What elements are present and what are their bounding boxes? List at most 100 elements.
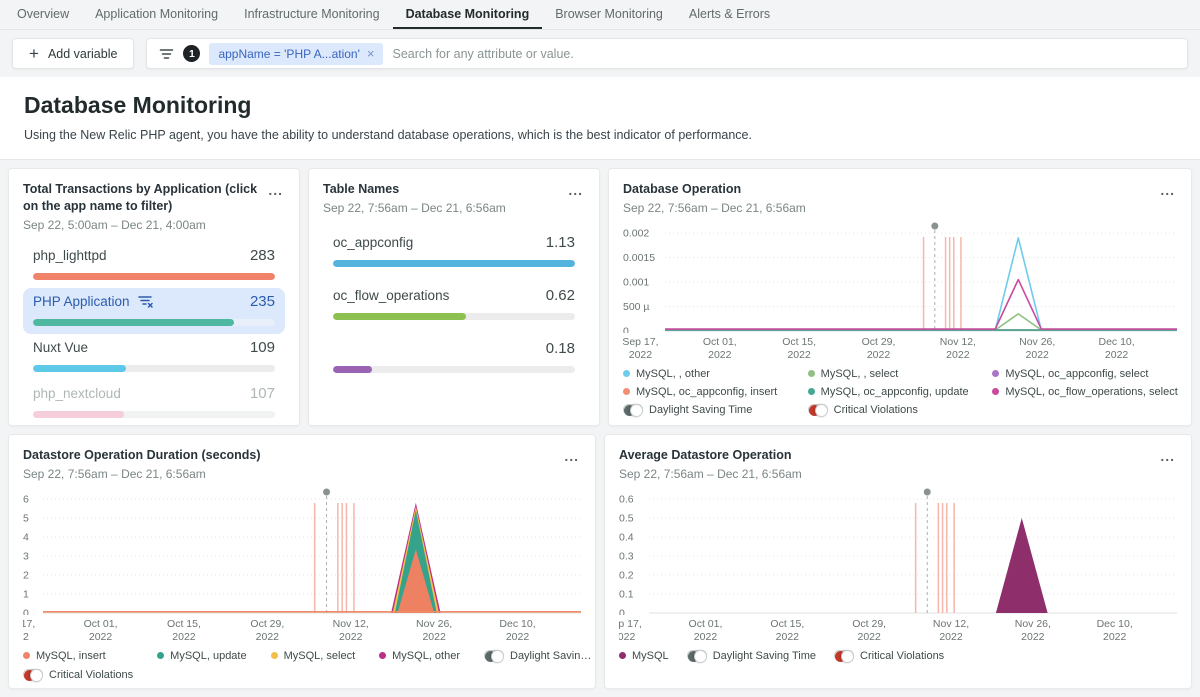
bar-row-label: php_nextcloud	[33, 385, 121, 403]
bar-row-value: 107	[250, 385, 275, 402]
nav-tab-alerts-errors[interactable]: Alerts & Errors	[676, 0, 783, 29]
panel-table-names: Table Names Sep 22, 7:56am – Dec 21, 6:5…	[308, 168, 600, 426]
legend-toggle-daylight-saving-time[interactable]: Daylight Saving Time	[484, 650, 596, 662]
legend-dot	[992, 370, 999, 377]
plus-icon: +	[29, 45, 39, 62]
legend-item[interactable]: MySQL	[619, 650, 669, 662]
remove-filter-icon[interactable]	[138, 295, 154, 308]
x-tick-label: Nov 12,2022	[333, 618, 369, 642]
series-line	[665, 279, 1177, 328]
bar-fill	[333, 366, 372, 373]
nav-tab-overview[interactable]: Overview	[4, 0, 82, 29]
legend-toggle-critical-violations[interactable]: Critical Violations	[23, 669, 133, 681]
add-variable-button[interactable]: + Add variable	[12, 38, 134, 69]
panel-title: Datastore Operation Duration (seconds)	[23, 447, 261, 464]
y-tick-label: 2	[23, 569, 29, 581]
bar-row[interactable]: php_lighttpd283	[23, 242, 285, 288]
legend-item[interactable]: MySQL, , other	[623, 368, 808, 380]
panel-menu-button[interactable]: ...	[562, 447, 581, 465]
legend-label: Daylight Saving Time	[510, 650, 596, 662]
bar-row[interactable]: oc_appconfig1.13	[323, 225, 585, 278]
dst-marker	[323, 488, 330, 495]
panel-timerange: Sep 22, 5:00am – Dec 21, 4:00am	[23, 218, 266, 232]
legend-dot	[23, 652, 30, 659]
y-tick-label: 0.002	[623, 227, 649, 239]
bar-row-label: oc_flow_operations	[333, 287, 449, 305]
panel-total-transactions: Total Transactions by Application (click…	[8, 168, 300, 426]
y-tick-label: 0.4	[619, 531, 634, 543]
bar-fill	[333, 260, 575, 267]
bar-row[interactable]: 0.18	[323, 331, 585, 384]
nav-tab-database-monitoring[interactable]: Database Monitoring	[393, 0, 543, 29]
x-tick-label: Sep 17,2022	[623, 336, 659, 360]
panel-timerange: Sep 22, 7:56am – Dec 21, 6:56am	[323, 201, 506, 215]
legend-label: MySQL, oc_appconfig, update	[821, 386, 969, 398]
legend-item[interactable]: MySQL, oc_appconfig, select	[992, 368, 1177, 380]
y-tick-label: 0	[23, 607, 29, 615]
series-line	[995, 314, 1041, 330]
legend-dot	[379, 652, 386, 659]
legend-label: Critical Violations	[834, 404, 918, 416]
filter-chip[interactable]: appName = 'PHP A...ation' ×	[209, 43, 383, 65]
bar-row[interactable]: Nuxt Vue109	[23, 334, 285, 380]
legend-dot	[619, 652, 626, 659]
chip-close-icon[interactable]: ×	[367, 47, 375, 60]
chart-plot[interactable]: 6543210	[23, 487, 581, 615]
chart-svg: 0.0020.00150.001500 µ0	[623, 221, 1177, 333]
legend-toggle-daylight-saving-time[interactable]: Daylight Saving Time	[623, 404, 808, 416]
panel-timerange: Sep 22, 7:56am – Dec 21, 6:56am	[619, 467, 802, 481]
bar-track	[333, 366, 575, 373]
bar-row[interactable]: php_nextcloud 107	[23, 380, 285, 426]
panel-menu-button[interactable]: ...	[1158, 181, 1177, 199]
nav-tab-browser-monitoring[interactable]: Browser Monitoring	[542, 0, 676, 29]
search-placeholder: Search for any attribute or value.	[392, 47, 573, 61]
panel-timerange: Sep 22, 7:56am – Dec 21, 6:56am	[23, 467, 261, 481]
chart-plot[interactable]: 0.0020.00150.001500 µ0	[623, 221, 1177, 333]
chart-plot[interactable]: 0.60.50.40.30.20.10	[619, 487, 1177, 615]
panel-menu-button[interactable]: ...	[1158, 447, 1177, 465]
panel-title: Total Transactions by Application (click…	[23, 181, 266, 215]
y-tick-label: 0.3	[619, 550, 634, 562]
y-tick-label: 5	[23, 512, 29, 524]
panel-menu-button[interactable]: ...	[566, 181, 585, 199]
legend-label: Critical Violations	[860, 650, 944, 662]
x-tick-label: Nov 12,2022	[933, 618, 969, 642]
toggle-icon	[687, 650, 707, 661]
legend-toggle-daylight-saving-time[interactable]: Daylight Saving Time	[687, 650, 816, 662]
nav-tab-infrastructure-monitoring[interactable]: Infrastructure Monitoring	[231, 0, 392, 29]
y-tick-label: 0.2	[619, 569, 634, 581]
legend-toggle-critical-violations[interactable]: Critical Violations	[808, 404, 993, 416]
x-tick-label: Dec 10,2022	[1097, 618, 1133, 642]
y-tick-label: 0.5	[619, 512, 634, 524]
bar-row-label: php_lighttpd	[33, 247, 107, 265]
bar-track	[33, 273, 275, 280]
legend-item[interactable]: MySQL, oc_appconfig, insert	[623, 386, 808, 398]
bar-row[interactable]: PHP Application235	[23, 288, 285, 334]
filter-chip-label: appName = 'PHP A...ation'	[218, 47, 359, 61]
x-tick-label: Oct 29,2022	[250, 618, 284, 642]
bar-row-value: 1.13	[546, 234, 575, 251]
legend-item[interactable]: MySQL, insert	[23, 650, 133, 662]
series-area	[996, 518, 1048, 613]
legend-dot	[623, 370, 630, 377]
legend-item[interactable]: MySQL, oc_flow_operations, select	[992, 386, 1177, 398]
bar-track	[33, 411, 275, 418]
x-tick-label: Oct 29,2022	[852, 618, 886, 642]
series-line	[665, 238, 1177, 330]
x-tick-label: Oct 01,2022	[689, 618, 723, 642]
legend-item[interactable]: MySQL, , select	[808, 368, 993, 380]
add-variable-label: Add variable	[48, 47, 118, 61]
legend-item[interactable]: MySQL, update	[157, 650, 246, 662]
legend-toggle-critical-violations[interactable]: Critical Violations	[834, 650, 944, 662]
bar-row[interactable]: oc_flow_operations0.62	[323, 278, 585, 331]
legend-label: Daylight Saving Time	[649, 404, 752, 416]
nav-tab-application-monitoring[interactable]: Application Monitoring	[82, 0, 231, 29]
legend-item[interactable]: MySQL, other	[379, 650, 460, 662]
panel-menu-button[interactable]: ...	[266, 181, 285, 199]
toggle-icon	[623, 404, 643, 415]
chart-x-axis: Sep 17,2022Oct 01,2022Oct 15,2022Oct 29,…	[623, 333, 1177, 360]
chart-x-axis: Sep 17,2022Oct 01,2022Oct 15,2022Oct 29,…	[23, 615, 581, 642]
filter-search-box[interactable]: 1 appName = 'PHP A...ation' × Search for…	[146, 38, 1188, 69]
legend-item[interactable]: MySQL, oc_appconfig, update	[808, 386, 993, 398]
legend-item[interactable]: MySQL, select	[271, 650, 356, 662]
